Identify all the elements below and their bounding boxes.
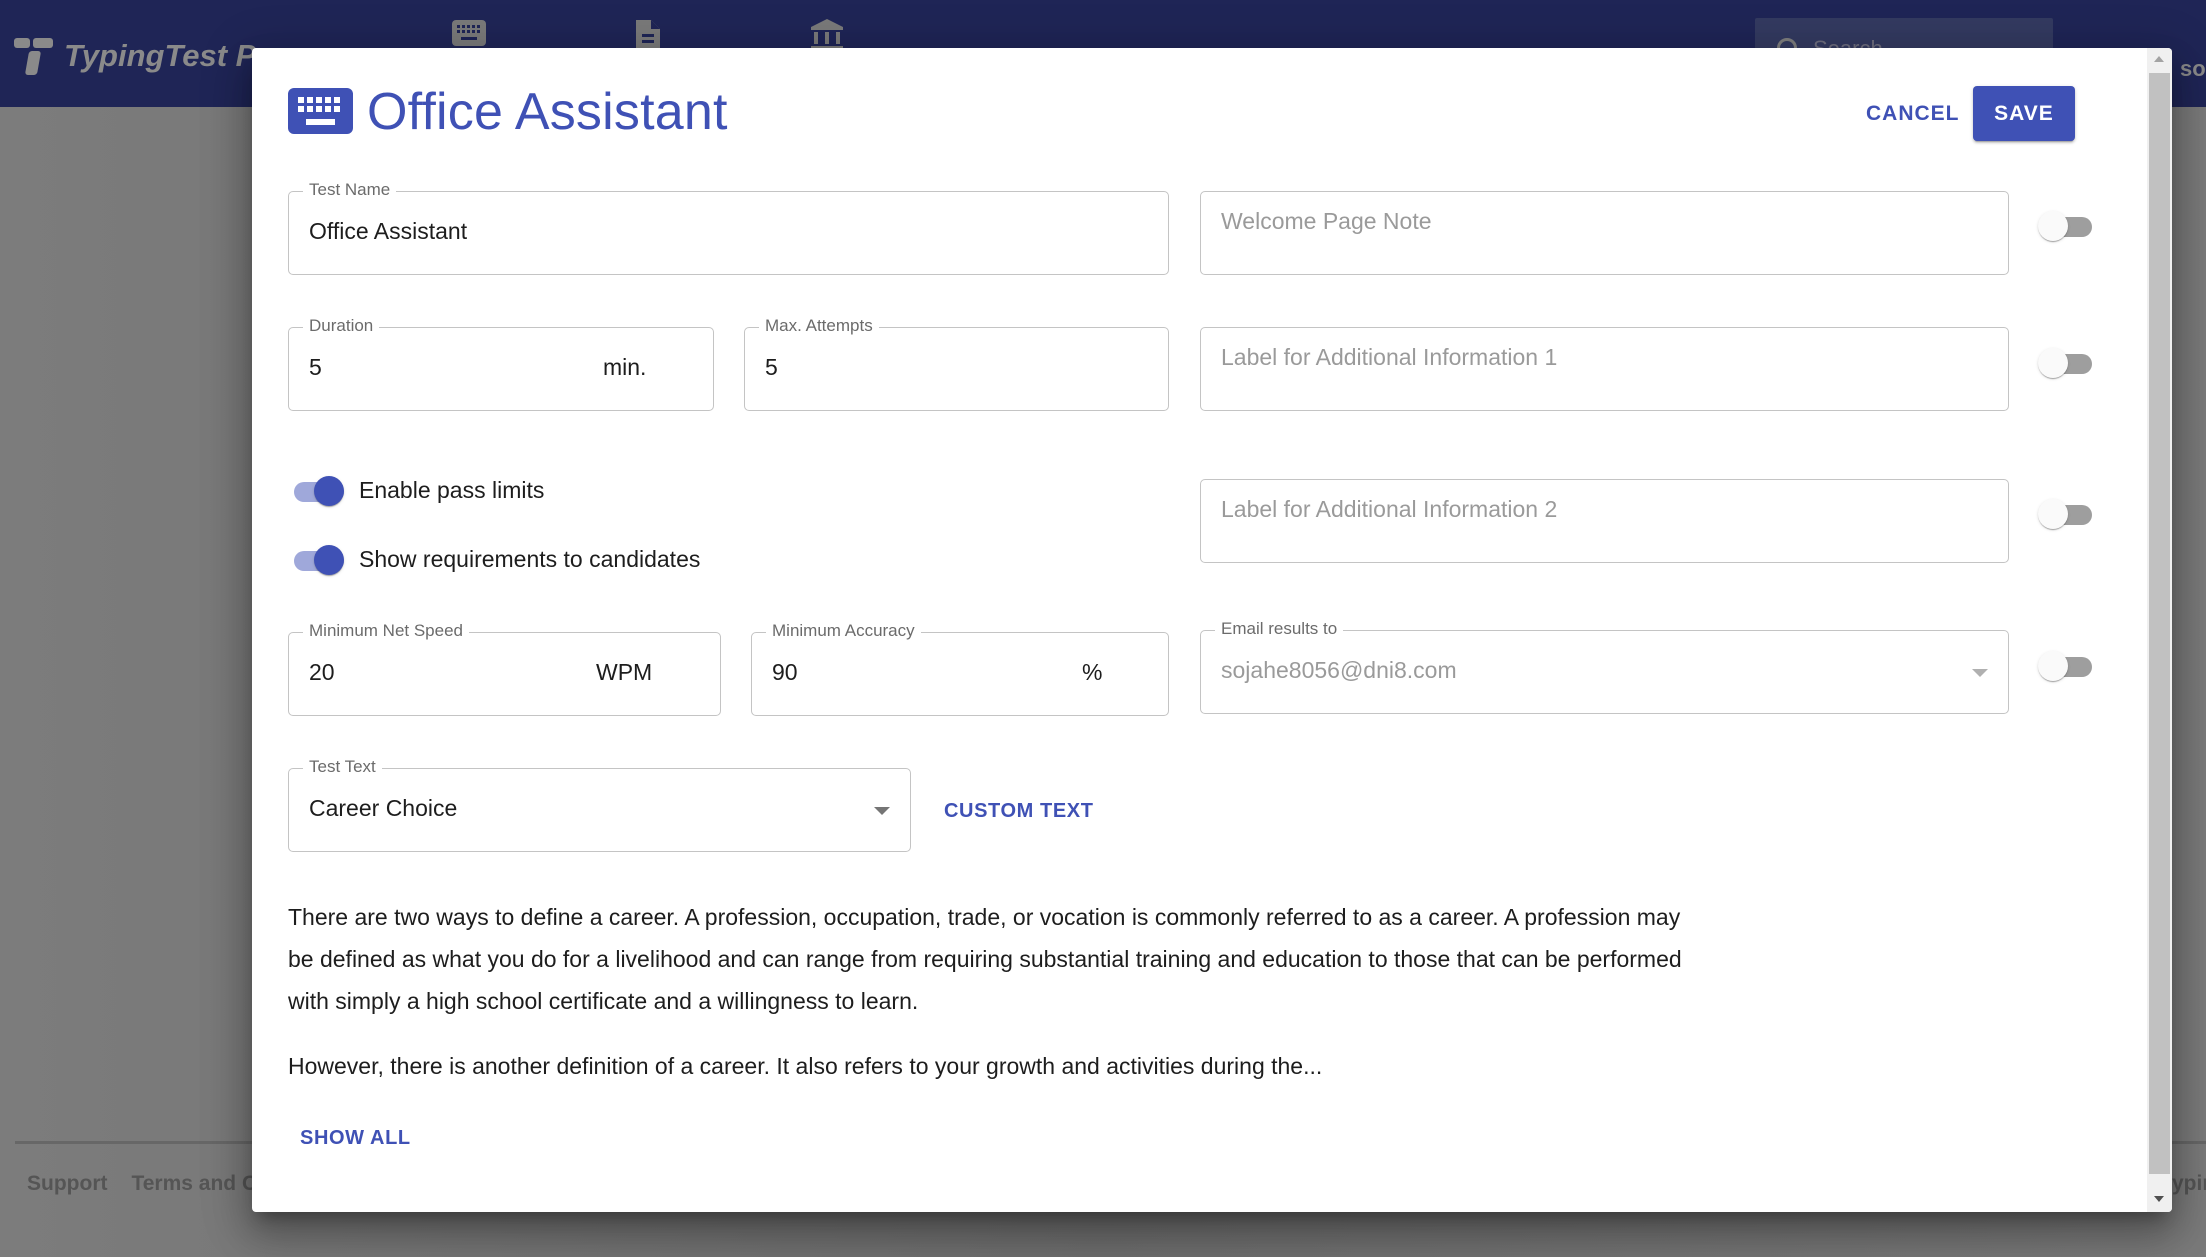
switch-thumb <box>2038 651 2068 681</box>
test-text-select[interactable]: Test Text Career Choice <box>288 757 911 852</box>
logo-mark-icon <box>14 36 54 76</box>
additional-info-2-placeholder: Label for Additional Information 2 <box>1221 496 1558 522</box>
user-name[interactable]: so <box>2180 56 2206 82</box>
dialog-scrollbar[interactable] <box>2147 48 2172 1212</box>
custom-text-button[interactable]: CUSTOM TEXT <box>944 796 1094 826</box>
document-icon[interactable] <box>636 20 660 48</box>
min-accuracy-unit: % <box>1082 659 1103 685</box>
min-accuracy-label: Minimum Accuracy <box>766 621 921 641</box>
additional-info-2-field[interactable]: Label for Additional Information 2 <box>1200 479 2009 563</box>
min-net-speed-field[interactable]: Minimum Net Speed WPM <box>288 621 721 716</box>
additional-info-1-placeholder: Label for Additional Information 1 <box>1221 344 1558 370</box>
test-name-label: Test Name <box>303 180 397 200</box>
institution-icon[interactable] <box>811 19 843 49</box>
test-name-input[interactable] <box>309 218 925 245</box>
scroll-down-arrow-icon[interactable] <box>2154 1196 2164 1202</box>
save-button[interactable]: SAVE <box>1973 86 2075 141</box>
duration-unit: min. <box>603 354 647 380</box>
show-requirements-label[interactable]: Show requirements to candidates <box>359 546 700 573</box>
additional-info-2-switch[interactable] <box>2038 497 2094 531</box>
test-name-field[interactable]: Test Name <box>288 180 1169 275</box>
max-attempts-input[interactable] <box>765 354 1062 381</box>
scroll-up-arrow-icon[interactable] <box>2154 56 2164 62</box>
welcome-note-switch[interactable] <box>2038 209 2094 243</box>
email-results-select[interactable]: Email results to sojahe8056@dni8.com <box>1200 619 2009 714</box>
test-text-preview-paragraph: There are two ways to define a career. A… <box>288 904 1682 1014</box>
scrollbar-thumb[interactable] <box>2149 73 2170 1174</box>
min-net-speed-unit: WPM <box>596 659 653 685</box>
duration-label: Duration <box>303 316 380 336</box>
email-results-label: Email results to <box>1215 619 1344 639</box>
min-net-speed-label: Minimum Net Speed <box>303 621 470 641</box>
test-text-label: Test Text <box>303 757 382 777</box>
min-net-speed-input[interactable] <box>309 659 547 686</box>
switch-thumb <box>2038 211 2068 241</box>
switch-thumb <box>2038 499 2068 529</box>
test-text-value: Career Choice <box>309 795 458 821</box>
max-attempts-field[interactable]: Max. Attempts <box>744 316 1169 411</box>
show-requirements-switch[interactable] <box>290 543 346 577</box>
duration-input[interactable] <box>309 354 543 381</box>
switch-thumb <box>314 545 344 575</box>
app-logo[interactable]: TypingTest Pro <box>14 36 287 76</box>
dialog-title: Office Assistant <box>367 83 728 141</box>
welcome-note-placeholder: Welcome Page Note <box>1221 208 1432 234</box>
min-accuracy-field[interactable]: Minimum Accuracy % <box>751 621 1169 716</box>
switch-thumb <box>314 476 344 506</box>
footer-copyright: ypin <box>2172 1172 2206 1195</box>
welcome-note-field[interactable]: Welcome Page Note <box>1200 191 2009 275</box>
test-text-preview-paragraph: However, there is another definition of … <box>288 1053 1323 1079</box>
chevron-down-icon <box>874 807 890 815</box>
enable-pass-limits-label[interactable]: Enable pass limits <box>359 477 544 504</box>
duration-field[interactable]: Duration min. <box>288 316 714 411</box>
additional-info-1-switch[interactable] <box>2038 346 2094 380</box>
cancel-button[interactable]: CANCEL <box>1854 86 1972 141</box>
min-accuracy-input[interactable] <box>772 659 1001 686</box>
max-attempts-label: Max. Attempts <box>759 316 879 336</box>
enable-pass-limits-switch[interactable] <box>290 474 346 508</box>
show-all-button[interactable]: SHOW ALL <box>288 1123 423 1153</box>
keyboard-icon[interactable] <box>452 20 486 46</box>
keyboard-icon <box>288 88 353 134</box>
email-results-value: sojahe8056@dni8.com <box>1221 657 1457 683</box>
chevron-down-icon <box>1972 669 1988 677</box>
switch-thumb <box>2038 348 2068 378</box>
additional-info-1-field[interactable]: Label for Additional Information 1 <box>1200 327 2009 411</box>
footer-link-support[interactable]: Support <box>27 1172 107 1196</box>
edit-test-dialog: Office Assistant CANCEL SAVE Test Name D… <box>252 48 2172 1212</box>
email-results-switch[interactable] <box>2038 649 2094 683</box>
